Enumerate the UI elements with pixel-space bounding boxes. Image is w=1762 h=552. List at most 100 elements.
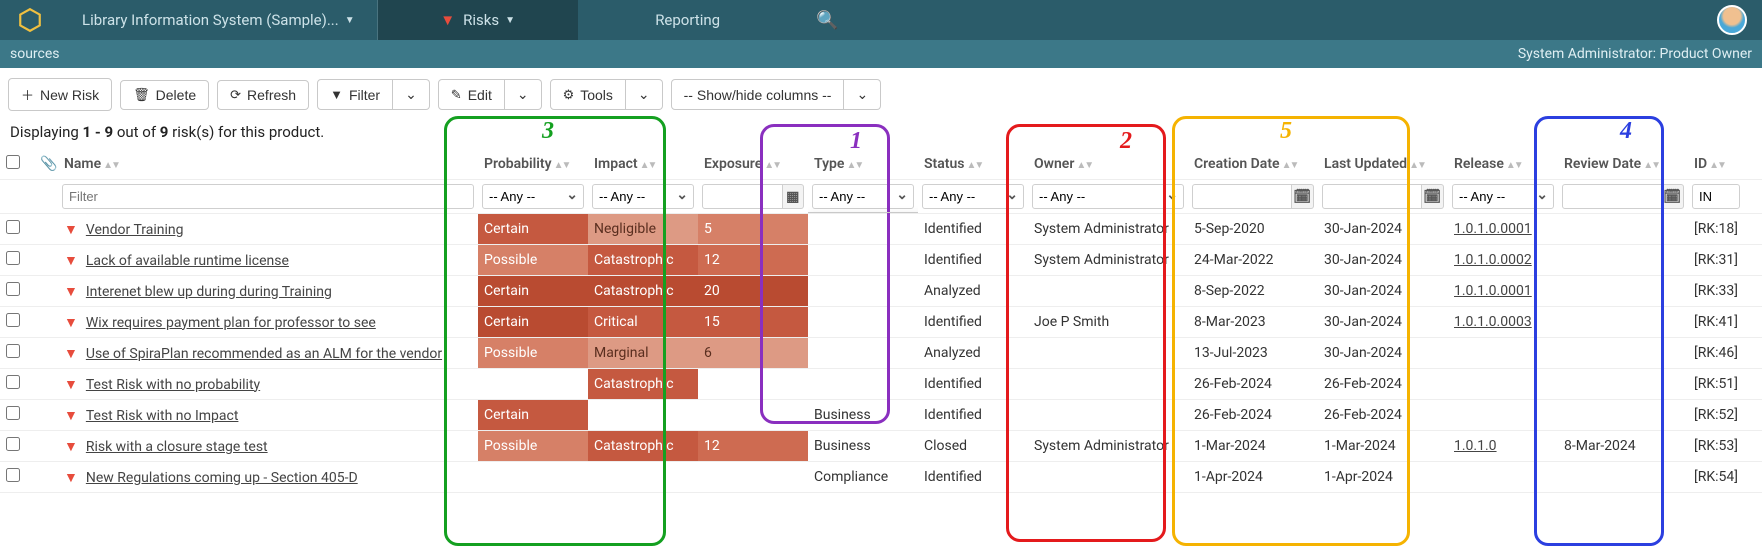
row-checkbox[interactable] (6, 406, 20, 420)
release-link[interactable]: 1.0.1.0.0001 (1454, 221, 1532, 237)
table-row[interactable]: ▼Risk with a closure stage test Possible… (0, 431, 1762, 462)
nav-risks[interactable]: ▼ Risks ▼ (378, 0, 578, 40)
row-checkbox[interactable] (6, 468, 20, 482)
filter-type-select[interactable]: -- Any -- (812, 184, 914, 209)
table-row[interactable]: ▼Interenet blew up during during Trainin… (0, 276, 1762, 307)
risk-name-link[interactable]: Test Risk with no Impact (86, 408, 239, 424)
filter-updated-cal[interactable]: 🗓 (1422, 184, 1444, 209)
release-link[interactable]: 1.0.1.0.0001 (1454, 283, 1532, 299)
release-link[interactable]: 1.0.1.0.0002 (1454, 252, 1532, 268)
row-checkbox[interactable] (6, 437, 20, 451)
filter-impact-select[interactable]: -- Any -- (592, 184, 694, 209)
delete-button[interactable]: 🗑Delete (120, 80, 209, 110)
header-exposure[interactable]: Exposure▲▼ (698, 149, 808, 180)
table-row[interactable]: ▼New Regulations coming up - Section 405… (0, 462, 1762, 493)
header-owner[interactable]: Owner▲▼ (1028, 149, 1188, 180)
filter-probability-select[interactable]: -- Any -- (482, 184, 584, 209)
risk-triangle-icon: ▼ (64, 407, 78, 424)
cell-creation-date: 26-Feb-2024 (1188, 400, 1318, 431)
risk-name-link[interactable]: Wix requires payment plan for professor … (86, 315, 376, 331)
risk-name-link[interactable]: New Regulations coming up - Section 405-… (86, 470, 358, 486)
filter-owner-select[interactable]: -- Any -- (1032, 184, 1184, 209)
filter-review-input[interactable] (1562, 184, 1662, 209)
table-row[interactable]: ▼Wix requires payment plan for professor… (0, 307, 1762, 338)
row-checkbox[interactable] (6, 344, 20, 358)
filter-updated-input[interactable] (1322, 184, 1422, 209)
risk-name-link[interactable]: Use of SpiraPlan recommended as an ALM f… (86, 346, 442, 362)
filter-name-input[interactable] (62, 184, 474, 209)
header-impact[interactable]: Impact▲▼ (588, 149, 698, 180)
header-select-all[interactable] (0, 149, 34, 180)
edit-button[interactable]: ✎Edit (438, 79, 505, 110)
risk-name-link[interactable]: Lack of available runtime license (86, 253, 289, 269)
cell-probability: Possible (478, 338, 588, 369)
header-name-label: Name (64, 156, 101, 172)
header-id[interactable]: ID▲▼ (1688, 149, 1762, 180)
nav-user-avatar[interactable] (1702, 0, 1762, 40)
select-all-checkbox[interactable] (6, 155, 20, 169)
table-row[interactable]: ▼Test Risk with no Impact Certain Busine… (0, 400, 1762, 431)
filter-status-select[interactable]: -- Any -- (922, 184, 1024, 209)
table-row[interactable]: ▼Lack of available runtime license Possi… (0, 245, 1762, 276)
header-creation-date[interactable]: Creation Date▲▼ (1188, 149, 1318, 180)
nav-risks-label: Risks (463, 11, 499, 29)
risk-name-link[interactable]: Risk with a closure stage test (86, 439, 268, 455)
tools-button[interactable]: ⚙Tools (550, 79, 626, 110)
header-release[interactable]: Release▲▼ (1448, 149, 1558, 180)
filter-button[interactable]: ▼Filter (317, 79, 393, 110)
filter-creation-input[interactable] (1192, 184, 1292, 209)
cell-probability: Certain (478, 276, 588, 307)
cell-last-updated: 30-Jan-2024 (1318, 338, 1448, 369)
release-link[interactable]: 1.0.1.0.0003 (1454, 314, 1532, 330)
cell-review-date (1558, 400, 1688, 431)
app-logo[interactable] (0, 0, 60, 40)
header-name[interactable]: Name▲▼ (58, 149, 478, 180)
cell-id: [RK:31] (1688, 245, 1762, 276)
row-checkbox[interactable] (6, 220, 20, 234)
filter-id-input[interactable] (1692, 184, 1740, 209)
nav-search-button[interactable]: 🔍 (798, 0, 858, 40)
release-link[interactable]: 1.0.1.0 (1454, 438, 1497, 454)
columns-button[interactable]: -- Show/hide columns -- (671, 79, 845, 110)
table-row[interactable]: ▼Use of SpiraPlan recommended as an ALM … (0, 338, 1762, 369)
header-last-updated[interactable]: Last Updated▲▼ (1318, 149, 1448, 180)
nav-reporting[interactable]: Reporting (578, 0, 798, 40)
risk-name-link[interactable]: Test Risk with no probability (86, 377, 260, 393)
header-probability[interactable]: Probability▲▼ (478, 149, 588, 180)
header-status[interactable]: Status▲▼ (918, 149, 1028, 180)
filter-release-select[interactable]: -- Any -- (1452, 184, 1554, 209)
edit-dropdown-toggle[interactable]: ⌄ (505, 79, 542, 110)
tools-button-group: ⚙Tools ⌄ (550, 79, 663, 110)
header-review-date[interactable]: Review Date▲▼ (1558, 149, 1688, 180)
cell-id: [RK:33] (1688, 276, 1762, 307)
cell-status: Identified (918, 245, 1028, 276)
table-row[interactable]: ▼Vendor Training Certain Negligible 5 Id… (0, 214, 1762, 245)
cell-exposure: 12 (698, 431, 808, 462)
row-checkbox[interactable] (6, 282, 20, 296)
sub-bar: sources System Administrator: Product Ow… (0, 40, 1762, 68)
filter-creation-cal[interactable]: 🗓 (1292, 184, 1314, 209)
cell-last-updated: 1-Mar-2024 (1318, 431, 1448, 462)
risk-name-link[interactable]: Interenet blew up during during Training (86, 284, 332, 300)
filter-exposure-btn[interactable]: ▦ (783, 184, 804, 209)
tools-dropdown-toggle[interactable]: ⌄ (626, 79, 663, 110)
header-type[interactable]: Type▲▼ (808, 149, 918, 180)
filter-review-cal[interactable]: 🗓 (1662, 184, 1684, 209)
filter-exposure-input[interactable] (702, 184, 783, 209)
refresh-button[interactable]: ⟳Refresh (217, 80, 309, 110)
cell-release (1448, 369, 1558, 400)
columns-dropdown-toggle[interactable]: ⌄ (844, 79, 881, 110)
risk-name-link[interactable]: Vendor Training (86, 222, 184, 238)
header-status-label: Status (924, 156, 964, 172)
type-filter-popup[interactable]: -- Any -- (None) Business Compliance Peo… (808, 212, 918, 214)
cell-exposure: 5 (698, 214, 808, 245)
row-checkbox[interactable] (6, 251, 20, 265)
row-checkbox[interactable] (6, 375, 20, 389)
filter-dropdown-toggle[interactable]: ⌄ (393, 79, 430, 110)
subbar-user-role: System Administrator: Product Owner (1518, 46, 1752, 62)
table-row[interactable]: ▼Test Risk with no probability Catastrop… (0, 369, 1762, 400)
row-checkbox[interactable] (6, 313, 20, 327)
nav-project-selector[interactable]: Library Information System (Sample)... ▼ (60, 0, 378, 40)
cell-impact: Catastrophic (588, 276, 698, 307)
new-risk-button[interactable]: ＋New Risk (8, 78, 112, 111)
